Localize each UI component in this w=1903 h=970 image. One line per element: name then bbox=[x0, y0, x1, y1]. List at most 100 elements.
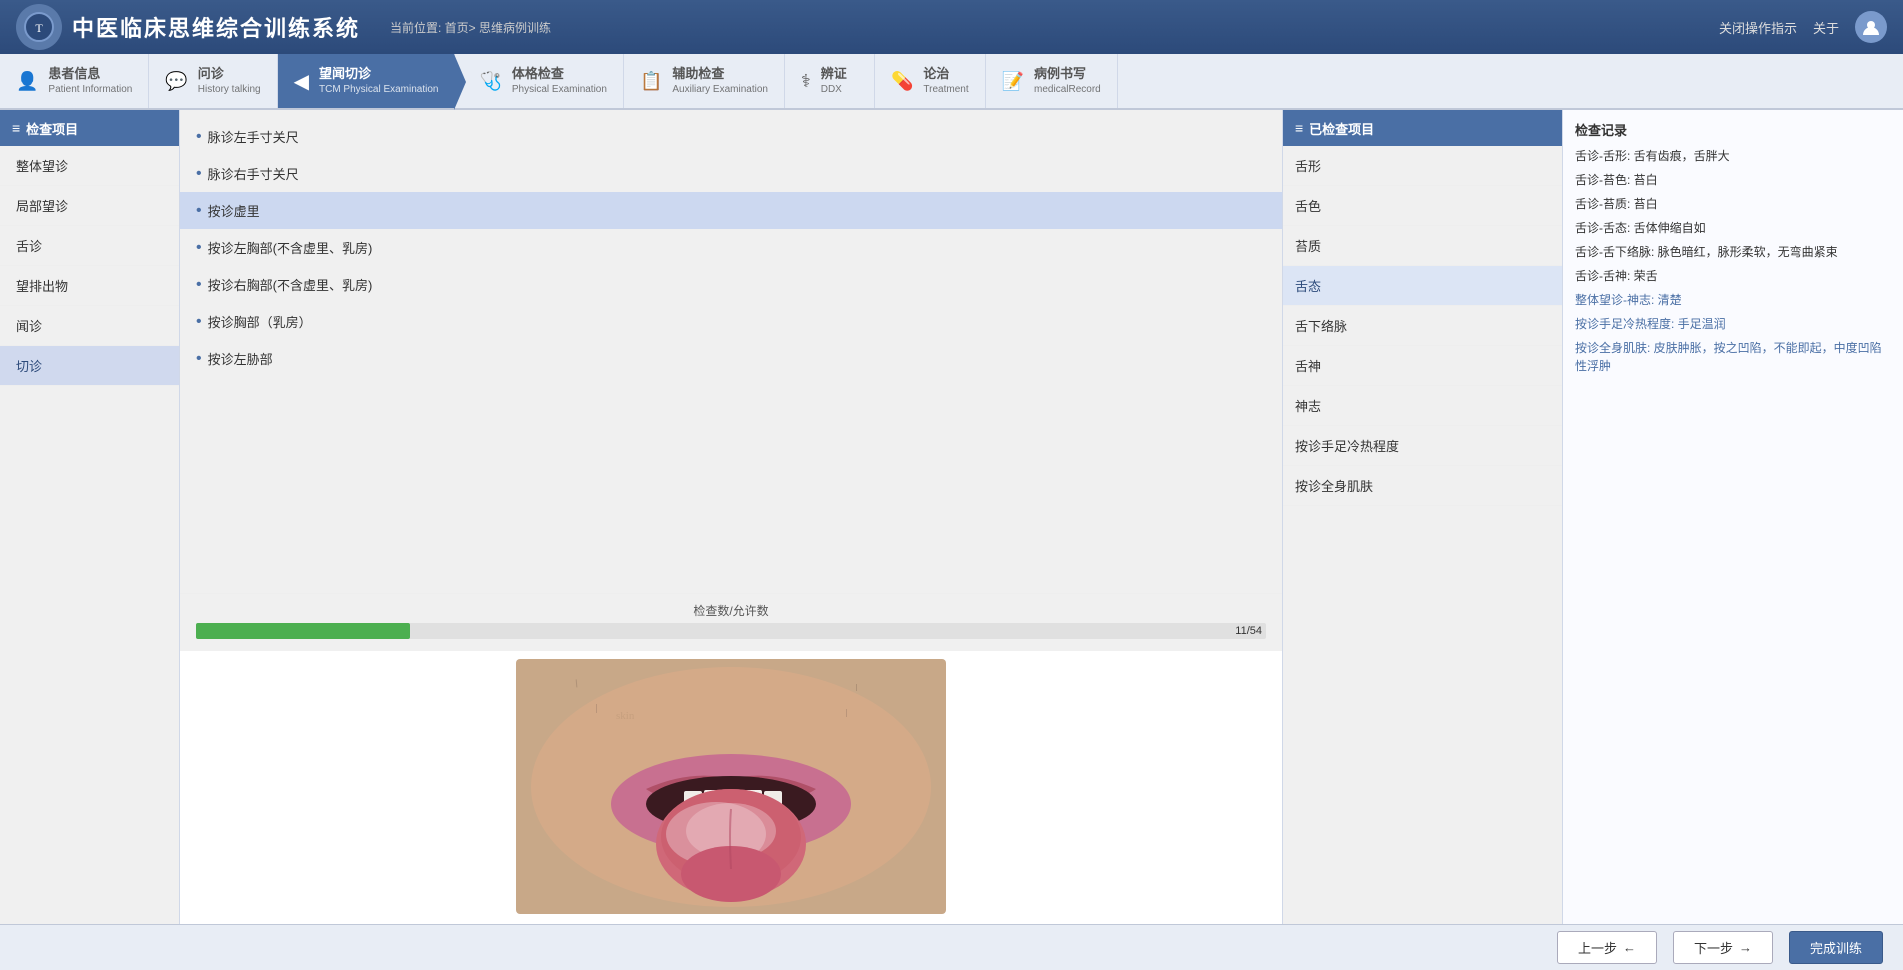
panels-row: ≡ 检查项目 整体望诊 局部望诊 舌诊 望排出物 闻诊 切诊 脉诊左手寸关尺 脉… bbox=[0, 110, 1903, 924]
next-icon: → bbox=[1739, 940, 1752, 955]
progress-bar-bg: 11/54 bbox=[196, 623, 1266, 639]
menu-item-0[interactable]: 整体望诊 bbox=[0, 146, 179, 186]
progress-label: 检查数/允许数 bbox=[196, 602, 1266, 619]
ddx-icon: ⚕ bbox=[801, 71, 811, 92]
tab-patient-en: Patient Information bbox=[48, 83, 132, 96]
close-ops-button[interactable]: 关闭操作指示 bbox=[1719, 18, 1797, 37]
next-button[interactable]: 下一步 → bbox=[1673, 931, 1773, 964]
list-icon: ≡ bbox=[12, 120, 20, 136]
prev-button[interactable]: 上一步 ← bbox=[1557, 931, 1657, 964]
middle-panel: 脉诊左手寸关尺 脉诊右手寸关尺 按诊虚里 按诊左胸部(不含虚里、乳房) 按诊右胸… bbox=[180, 110, 1283, 924]
check-item-4[interactable]: 按诊右胸部(不含虚里、乳房) bbox=[180, 266, 1282, 303]
checked-item-5[interactable]: 舌神 bbox=[1283, 346, 1562, 386]
menu-item-3[interactable]: 望排出物 bbox=[0, 266, 179, 306]
checked-item-6[interactable]: 神志 bbox=[1283, 386, 1562, 426]
menu-item-4[interactable]: 闻诊 bbox=[0, 306, 179, 346]
prev-icon: ← bbox=[1623, 940, 1636, 955]
tongue-image: skin bbox=[516, 659, 946, 914]
check-item-1[interactable]: 脉诊右手寸关尺 bbox=[180, 155, 1282, 192]
finish-button[interactable]: 完成训练 bbox=[1789, 931, 1883, 964]
record-item-7: 按诊手足冷热程度: 手足温润 bbox=[1575, 315, 1891, 333]
checked-item-2[interactable]: 苔质 bbox=[1283, 226, 1562, 266]
menu-item-2[interactable]: 舌诊 bbox=[0, 226, 179, 266]
app-title: 中医临床思维综合训练系统 bbox=[72, 11, 360, 43]
header-actions: 关闭操作指示 关于 bbox=[1719, 11, 1887, 43]
auxiliary-icon: 📋 bbox=[640, 71, 662, 92]
tab-treatment[interactable]: 💊 论治 Treatment bbox=[875, 54, 986, 108]
tab-record[interactable]: 📝 病例书写 medicalRecord bbox=[986, 54, 1118, 108]
tab-treatment-zh: 论治 bbox=[923, 66, 968, 83]
check-item-6[interactable]: 按诊左胁部 bbox=[180, 340, 1282, 377]
progress-bar-fill bbox=[196, 623, 410, 639]
checked-item-1[interactable]: 舌色 bbox=[1283, 186, 1562, 226]
tab-auxiliary-en: Auxiliary Examination bbox=[672, 83, 768, 96]
tab-ddx-en: DDX bbox=[821, 83, 847, 96]
footer: 上一步 ← 下一步 → 完成训练 bbox=[0, 924, 1903, 970]
record-item-2: 舌诊-苔质: 苔白 bbox=[1575, 195, 1891, 213]
breadcrumb: 当前位置: 首页> 思维病例训练 bbox=[390, 19, 1719, 36]
tcm-icon: ◀ bbox=[294, 69, 309, 94]
tab-auxiliary-zh: 辅助检查 bbox=[672, 66, 768, 83]
user-avatar[interactable] bbox=[1855, 11, 1887, 43]
prev-label: 上一步 bbox=[1578, 938, 1617, 957]
tab-history-en: History talking bbox=[198, 83, 261, 96]
menu-item-5[interactable]: 切诊 bbox=[0, 346, 179, 386]
record-icon: 📝 bbox=[1002, 71, 1024, 92]
treatment-icon: 💊 bbox=[891, 71, 913, 92]
check-item-0[interactable]: 脉诊左手寸关尺 bbox=[180, 118, 1282, 155]
right-panel: ≡ 已检查项目 舌形 舌色 苔质 舌态 舌下络脉 舌神 神志 按诊手足冷热程度 … bbox=[1283, 110, 1563, 924]
menu-item-1[interactable]: 局部望诊 bbox=[0, 186, 179, 226]
checked-list: 舌形 舌色 苔质 舌态 舌下络脉 舌神 神志 按诊手足冷热程度 按诊全身肌肤 bbox=[1283, 146, 1562, 924]
check-item-3[interactable]: 按诊左胸部(不含虚里、乳房) bbox=[180, 229, 1282, 266]
tab-history-zh: 问诊 bbox=[198, 66, 261, 83]
tab-ddx-zh: 辨证 bbox=[821, 66, 847, 83]
history-icon: 💬 bbox=[165, 71, 187, 92]
svg-text:T: T bbox=[35, 21, 43, 35]
checked-list-icon: ≡ bbox=[1295, 120, 1303, 136]
tab-patient[interactable]: 👤 患者信息 Patient Information bbox=[0, 54, 149, 108]
tab-ddx[interactable]: ⚕ 辨证 DDX bbox=[785, 54, 875, 108]
tab-physical[interactable]: 🩺 体格检查 Physical Examination bbox=[455, 54, 623, 108]
record-item-8: 按诊全身肌肤: 皮肤肿胀，按之凹陷，不能即起，中度凹陷性浮肿 bbox=[1575, 339, 1891, 375]
tab-physical-en: Physical Examination bbox=[512, 83, 607, 96]
record-item-5: 舌诊-舌神: 荣舌 bbox=[1575, 267, 1891, 285]
about-button[interactable]: 关于 bbox=[1813, 18, 1839, 37]
finish-label: 完成训练 bbox=[1810, 938, 1862, 957]
check-item-5[interactable]: 按诊胸部（乳房） bbox=[180, 303, 1282, 340]
records-title: 检查记录 bbox=[1575, 120, 1891, 139]
app-logo: T bbox=[16, 4, 62, 50]
checked-item-7[interactable]: 按诊手足冷热程度 bbox=[1283, 426, 1562, 466]
checked-item-0[interactable]: 舌形 bbox=[1283, 146, 1562, 186]
physical-icon: 🩺 bbox=[479, 71, 501, 92]
checked-item-8[interactable]: 按诊全身肌肤 bbox=[1283, 466, 1562, 506]
checked-item-4[interactable]: 舌下络脉 bbox=[1283, 306, 1562, 346]
tab-patient-zh: 患者信息 bbox=[48, 66, 132, 83]
main-content: ≡ 检查项目 整体望诊 局部望诊 舌诊 望排出物 闻诊 切诊 脉诊左手寸关尺 脉… bbox=[0, 110, 1903, 924]
tab-tcm[interactable]: ◀ 望闻切诊 TCM Physical Examination bbox=[278, 54, 456, 108]
tab-treatment-en: Treatment bbox=[923, 83, 968, 96]
record-item-3: 舌诊-舌态: 舌体伸缩自如 bbox=[1575, 219, 1891, 237]
check-list: 脉诊左手寸关尺 脉诊右手寸关尺 按诊虚里 按诊左胸部(不含虚里、乳房) 按诊右胸… bbox=[180, 110, 1282, 593]
tab-record-zh: 病例书写 bbox=[1034, 66, 1101, 83]
progress-section: 检查数/允许数 11/54 bbox=[180, 593, 1282, 651]
right-panel-title: 已检查项目 bbox=[1309, 119, 1374, 138]
records-panel: 检查记录 舌诊-舌形: 舌有齿痕，舌胖大 舌诊-苔色: 苔白 舌诊-苔质: 苔白… bbox=[1563, 110, 1903, 924]
app-header: T 中医临床思维综合训练系统 当前位置: 首页> 思维病例训练 关闭操作指示 关… bbox=[0, 0, 1903, 54]
record-item-1: 舌诊-苔色: 苔白 bbox=[1575, 171, 1891, 189]
tongue-image-container: skin bbox=[180, 651, 1282, 924]
left-menu: 整体望诊 局部望诊 舌诊 望排出物 闻诊 切诊 bbox=[0, 146, 179, 386]
left-panel: ≡ 检查项目 整体望诊 局部望诊 舌诊 望排出物 闻诊 切诊 bbox=[0, 110, 180, 924]
svg-text:skin: skin bbox=[616, 710, 635, 722]
check-item-2[interactable]: 按诊虚里 bbox=[180, 192, 1282, 229]
checked-item-3[interactable]: 舌态 bbox=[1283, 266, 1562, 306]
record-item-0: 舌诊-舌形: 舌有齿痕，舌胖大 bbox=[1575, 147, 1891, 165]
right-panel-header: ≡ 已检查项目 bbox=[1283, 110, 1562, 146]
tab-history[interactable]: 💬 问诊 History talking bbox=[149, 54, 277, 108]
tab-auxiliary[interactable]: 📋 辅助检查 Auxiliary Examination bbox=[624, 54, 785, 108]
tab-physical-zh: 体格检查 bbox=[512, 66, 607, 83]
patient-icon: 👤 bbox=[16, 71, 38, 92]
record-item-6: 整体望诊-神志: 清楚 bbox=[1575, 291, 1891, 309]
progress-text: 11/54 bbox=[1235, 623, 1262, 639]
left-panel-header: ≡ 检查项目 bbox=[0, 110, 179, 146]
left-panel-title: 检查项目 bbox=[26, 119, 78, 138]
